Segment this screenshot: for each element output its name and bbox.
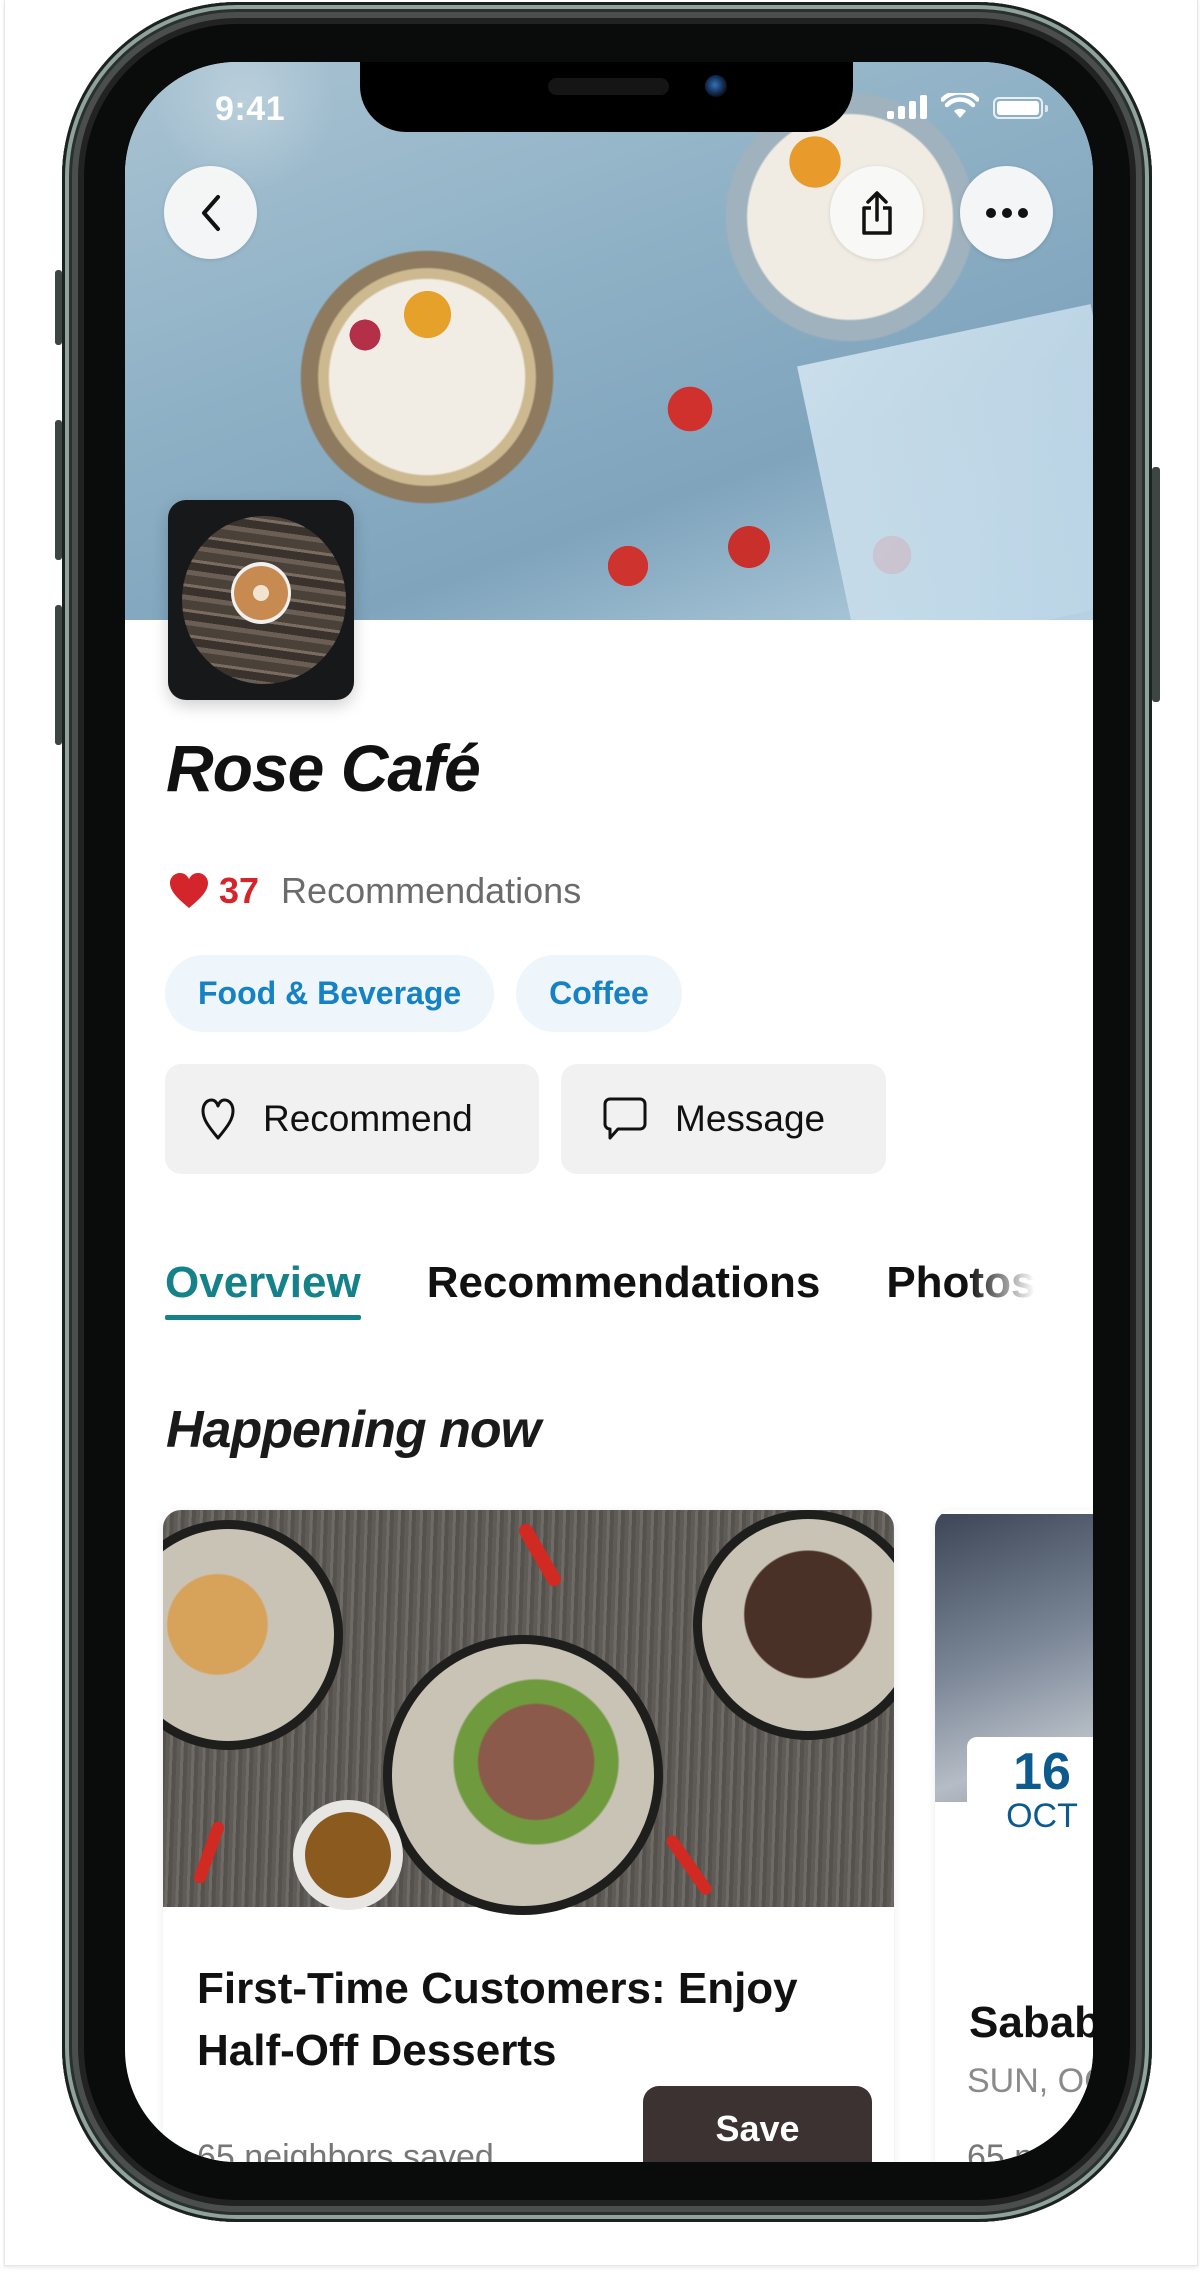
ellipsis-icon [985, 207, 1028, 218]
tab-photos[interactable]: Photos [886, 1258, 1035, 1318]
app-screen: 9:41 Rose Café 37 Recommendations Food &… [125, 62, 1093, 2162]
cover-bowl [725, 522, 773, 572]
recommend-button[interactable]: Recommend [165, 1064, 539, 1174]
message-label: Message [675, 1098, 826, 1139]
notch [360, 62, 853, 132]
message-button[interactable]: Message [561, 1064, 886, 1174]
action-buttons: Recommend Message [165, 1064, 886, 1174]
recommendation-count: 37 [219, 870, 260, 911]
category-chip-coffee[interactable]: Coffee [516, 955, 682, 1032]
status-time: 9:41 [215, 90, 286, 128]
cover-bowl [347, 317, 383, 353]
date-badge: 16 OCT [967, 1737, 1093, 1843]
business-avatar [168, 500, 354, 700]
status-icons [887, 93, 1048, 119]
event-card-image [163, 1510, 894, 1915]
event-card-title: First-Time Customers: Enjoy Half-Off Des… [197, 1964, 798, 2075]
cover-bowl [400, 287, 455, 342]
side-button [1152, 467, 1160, 702]
cover-bowl [785, 132, 845, 192]
event-card-date: SUN, OC [967, 2062, 1093, 2100]
event-card[interactable]: First-Time Customers: Enjoy Half-Off Des… [163, 1510, 894, 2162]
cover-bowl [605, 542, 651, 590]
food-plate [383, 1635, 663, 1915]
profile-tabs: Overview Recommendations Photos [165, 1258, 1035, 1320]
event-card[interactable]: 16 OCT Sabab SUN, OC 65 nei [935, 1510, 1093, 2162]
volume-button [55, 605, 62, 745]
recommendation-summary[interactable]: 37 Recommendations [169, 870, 581, 912]
front-camera [705, 75, 727, 97]
back-button[interactable] [164, 166, 257, 259]
business-name: Rose Café [166, 731, 481, 805]
speaker [548, 78, 669, 95]
battery-icon [993, 97, 1048, 119]
food-plate [693, 1510, 894, 1740]
cover-bowl [277, 222, 577, 532]
event-card-image: 16 OCT [935, 1514, 1093, 1843]
wifi-icon [941, 93, 979, 118]
chevron-left-icon [201, 194, 220, 231]
heart-outline-icon [201, 1098, 235, 1140]
speech-bubble-icon [603, 1097, 647, 1140]
share-button[interactable] [830, 166, 923, 259]
tab-overview[interactable]: Overview [165, 1258, 361, 1320]
volume-button [55, 420, 62, 560]
category-chips: Food & Beverage Coffee [165, 955, 682, 1032]
happening-now-heading: Happening now [166, 1401, 541, 1459]
tab-recommendations[interactable]: Recommendations [427, 1258, 821, 1318]
avatar-coffee-cup [231, 562, 291, 624]
sauce-bowl [293, 1800, 403, 1910]
share-icon [861, 190, 892, 235]
volume-button [55, 270, 62, 345]
chili-pepper [664, 1832, 714, 1898]
event-card-saves: 65 nei [967, 2138, 1060, 2162]
more-options-button[interactable] [960, 166, 1053, 259]
chili-pepper [192, 1819, 226, 1886]
category-chip-food-beverage[interactable]: Food & Beverage [165, 955, 495, 1032]
event-card-title: Sabab [969, 1998, 1093, 2047]
date-month: OCT [1006, 1797, 1078, 1835]
event-card-saves: 65 neighbors saved [197, 2138, 494, 2162]
heart-filled-icon [170, 873, 208, 908]
chili-pepper [516, 1521, 564, 1589]
food-plate [163, 1520, 343, 1750]
save-button[interactable]: Save [643, 2086, 872, 2162]
signal-icon [887, 95, 927, 119]
cover-bowl [665, 382, 715, 436]
recommendation-label: Recommendations [281, 870, 582, 911]
date-day: 16 [1013, 1743, 1071, 1801]
recommend-label: Recommend [263, 1098, 473, 1139]
